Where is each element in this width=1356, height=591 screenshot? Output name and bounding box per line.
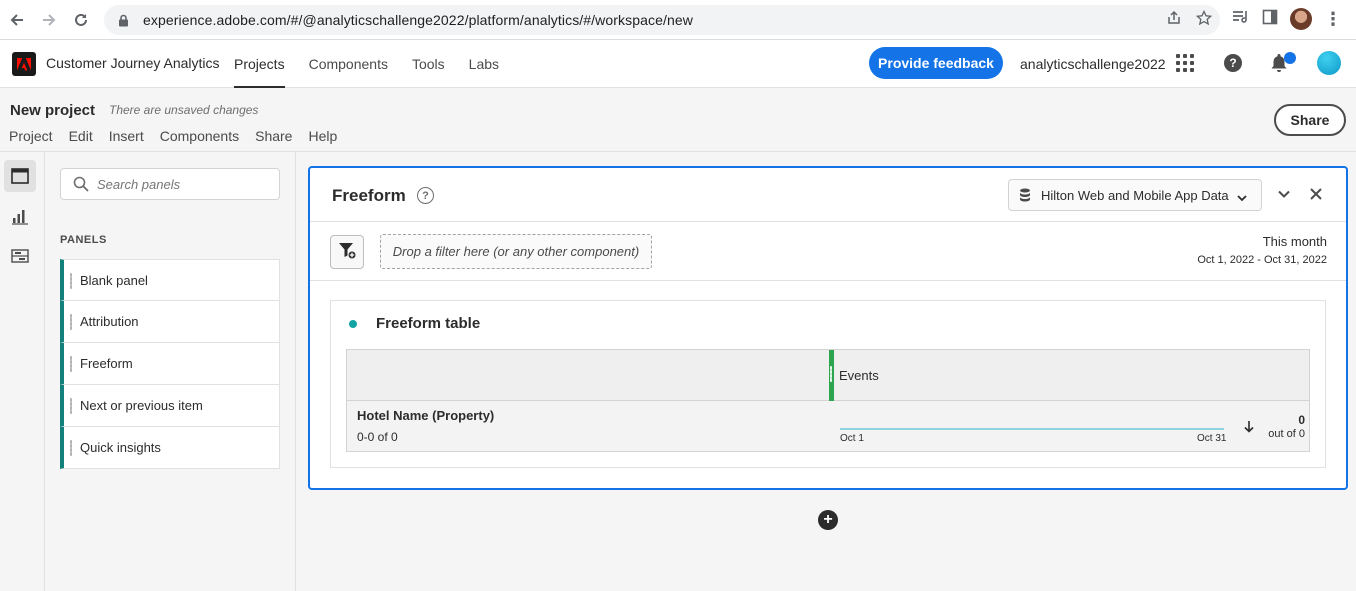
panel-item-blank-panel[interactable]: Blank panel bbox=[60, 259, 280, 301]
sparkline bbox=[840, 428, 1224, 430]
reading-list-icon[interactable] bbox=[1232, 9, 1250, 30]
panel-list: Blank panel Attribution Freeform Next or… bbox=[60, 259, 280, 469]
forward-icon[interactable] bbox=[33, 4, 65, 36]
close-panel-icon[interactable] bbox=[1308, 186, 1324, 202]
freeform-table: Events Hotel Name (Property) 0-0 of 0 Oc… bbox=[346, 349, 1310, 452]
panels-heading: PANELS bbox=[60, 234, 107, 246]
project-bar: New project There are unsaved changes Pr… bbox=[0, 88, 1356, 152]
visualization-status-dot[interactable] bbox=[349, 320, 357, 328]
panels-sidebar: PANELS Blank panel Attribution Freeform … bbox=[45, 152, 296, 591]
project-title[interactable]: New project bbox=[10, 102, 95, 119]
panel-title[interactable]: Freeform bbox=[332, 186, 406, 206]
metric-total: 0 bbox=[1298, 413, 1305, 427]
sparkline-end-label: Oct 31 bbox=[1197, 433, 1227, 444]
panels-icon[interactable] bbox=[4, 160, 36, 192]
lock-icon bbox=[116, 13, 130, 27]
metric-drag-handle[interactable] bbox=[829, 350, 834, 401]
menu-project[interactable]: Project bbox=[9, 128, 53, 144]
address-bar[interactable]: experience.adobe.com/#/@analyticschallen… bbox=[104, 5, 1220, 35]
row-count: 0-0 of 0 bbox=[357, 430, 398, 444]
project-menu-bar: Project Edit Insert Components Share Hel… bbox=[9, 128, 353, 144]
drag-handle-icon[interactable] bbox=[70, 356, 72, 372]
notification-badge bbox=[1284, 52, 1296, 64]
dimension-header[interactable]: Hotel Name (Property) bbox=[357, 408, 494, 423]
url-text: experience.adobe.com/#/@analyticschallen… bbox=[143, 12, 693, 28]
panel-item-attribution[interactable]: Attribution bbox=[60, 301, 280, 343]
date-preset: This month bbox=[1262, 234, 1327, 249]
share-page-icon[interactable] bbox=[1166, 10, 1182, 31]
add-filter-button[interactable] bbox=[330, 235, 364, 269]
org-switcher[interactable]: analyticschallenge2022 bbox=[1020, 56, 1166, 72]
visualization-title[interactable]: Freeform table bbox=[376, 315, 480, 332]
browser-toolbar: experience.adobe.com/#/@analyticschallen… bbox=[0, 0, 1356, 40]
date-range-picker[interactable]: This month Oct 1, 2022 - Oct 31, 2022 bbox=[1197, 234, 1327, 266]
menu-components[interactable]: Components bbox=[160, 128, 239, 144]
panel-item-label: Freeform bbox=[80, 356, 133, 371]
sparkline-start-label: Oct 1 bbox=[840, 433, 864, 444]
database-icon bbox=[1019, 188, 1033, 202]
nav-components[interactable]: Components bbox=[309, 40, 388, 88]
app-switcher-icon[interactable] bbox=[1176, 54, 1194, 72]
panel-item-quick-insights[interactable]: Quick insights bbox=[60, 427, 280, 469]
side-panel-icon[interactable] bbox=[1262, 9, 1278, 30]
filter-row: Drop a filter here (or any other compone… bbox=[310, 223, 1346, 281]
menu-edit[interactable]: Edit bbox=[69, 128, 93, 144]
nav-tools[interactable]: Tools bbox=[412, 40, 445, 88]
browser-profile-avatar[interactable] bbox=[1290, 8, 1312, 30]
left-rail bbox=[0, 152, 45, 591]
collapse-panel-icon[interactable] bbox=[1276, 186, 1292, 202]
drag-handle-icon[interactable] bbox=[70, 273, 72, 289]
table-header: Events bbox=[347, 350, 1309, 401]
data-view-dropdown[interactable]: Hilton Web and Mobile App Data bbox=[1008, 179, 1262, 211]
menu-help[interactable]: Help bbox=[308, 128, 337, 144]
panel-item-label: Quick insights bbox=[80, 440, 161, 455]
info-icon[interactable]: ? bbox=[417, 187, 434, 204]
filter-add-icon bbox=[337, 240, 357, 265]
menu-insert[interactable]: Insert bbox=[109, 128, 144, 144]
panel-header: Freeform ? Hilton Web and Mobile App Dat… bbox=[310, 168, 1346, 222]
data-view-label: Hilton Web and Mobile App Data bbox=[1041, 187, 1229, 203]
browser-menu-icon[interactable]: ⋮ bbox=[1324, 9, 1342, 30]
metric-column-header[interactable]: Events bbox=[839, 368, 879, 383]
bookmark-star-icon[interactable] bbox=[1195, 9, 1213, 31]
panel-item-freeform[interactable]: Freeform bbox=[60, 343, 280, 385]
panel-item-next-or-previous-item[interactable]: Next or previous item bbox=[60, 385, 280, 427]
share-button[interactable]: Share bbox=[1274, 104, 1346, 136]
search-icon bbox=[73, 176, 89, 192]
unsaved-status: There are unsaved changes bbox=[109, 103, 259, 117]
chevron-down-icon bbox=[1237, 190, 1247, 202]
top-nav: Projects Components Tools Labs bbox=[234, 40, 523, 88]
user-avatar[interactable] bbox=[1317, 51, 1341, 75]
components-icon[interactable] bbox=[4, 240, 36, 272]
visualizations-icon[interactable] bbox=[4, 200, 36, 232]
filter-drop-zone[interactable]: Drop a filter here (or any other compone… bbox=[380, 234, 652, 269]
adobe-logo-icon[interactable] bbox=[12, 52, 36, 76]
panel-item-label: Blank panel bbox=[80, 272, 148, 288]
metric-total-note: out of 0 bbox=[1268, 428, 1305, 440]
menu-share[interactable]: Share bbox=[255, 128, 292, 144]
search-panels-input[interactable] bbox=[97, 176, 267, 192]
back-icon[interactable] bbox=[1, 4, 33, 36]
panel-item-label: Attribution bbox=[80, 314, 139, 329]
help-icon[interactable]: ? bbox=[1224, 54, 1242, 72]
date-range-text: Oct 1, 2022 - Oct 31, 2022 bbox=[1197, 254, 1327, 266]
provide-feedback-button[interactable]: Provide feedback bbox=[869, 47, 1003, 79]
freeform-panel: Freeform ? Hilton Web and Mobile App Dat… bbox=[308, 166, 1348, 490]
freeform-table-visualization: Freeform table Events Hotel Name (Proper… bbox=[330, 300, 1326, 468]
nav-projects[interactable]: Projects bbox=[234, 40, 285, 88]
drag-handle-icon[interactable] bbox=[70, 440, 72, 456]
drag-handle-icon[interactable] bbox=[70, 398, 72, 414]
drag-handle-icon[interactable] bbox=[70, 314, 72, 330]
panel-item-label: Next or previous item bbox=[80, 398, 203, 413]
search-panels-field[interactable] bbox=[60, 168, 280, 200]
sort-descending-icon[interactable] bbox=[1243, 420, 1255, 434]
app-header: Customer Journey Analytics Projects Comp… bbox=[0, 40, 1356, 88]
nav-labs[interactable]: Labs bbox=[469, 40, 499, 88]
app-title[interactable]: Customer Journey Analytics bbox=[46, 55, 220, 71]
reload-icon[interactable] bbox=[65, 4, 97, 36]
add-panel-icon[interactable]: + bbox=[818, 510, 838, 530]
